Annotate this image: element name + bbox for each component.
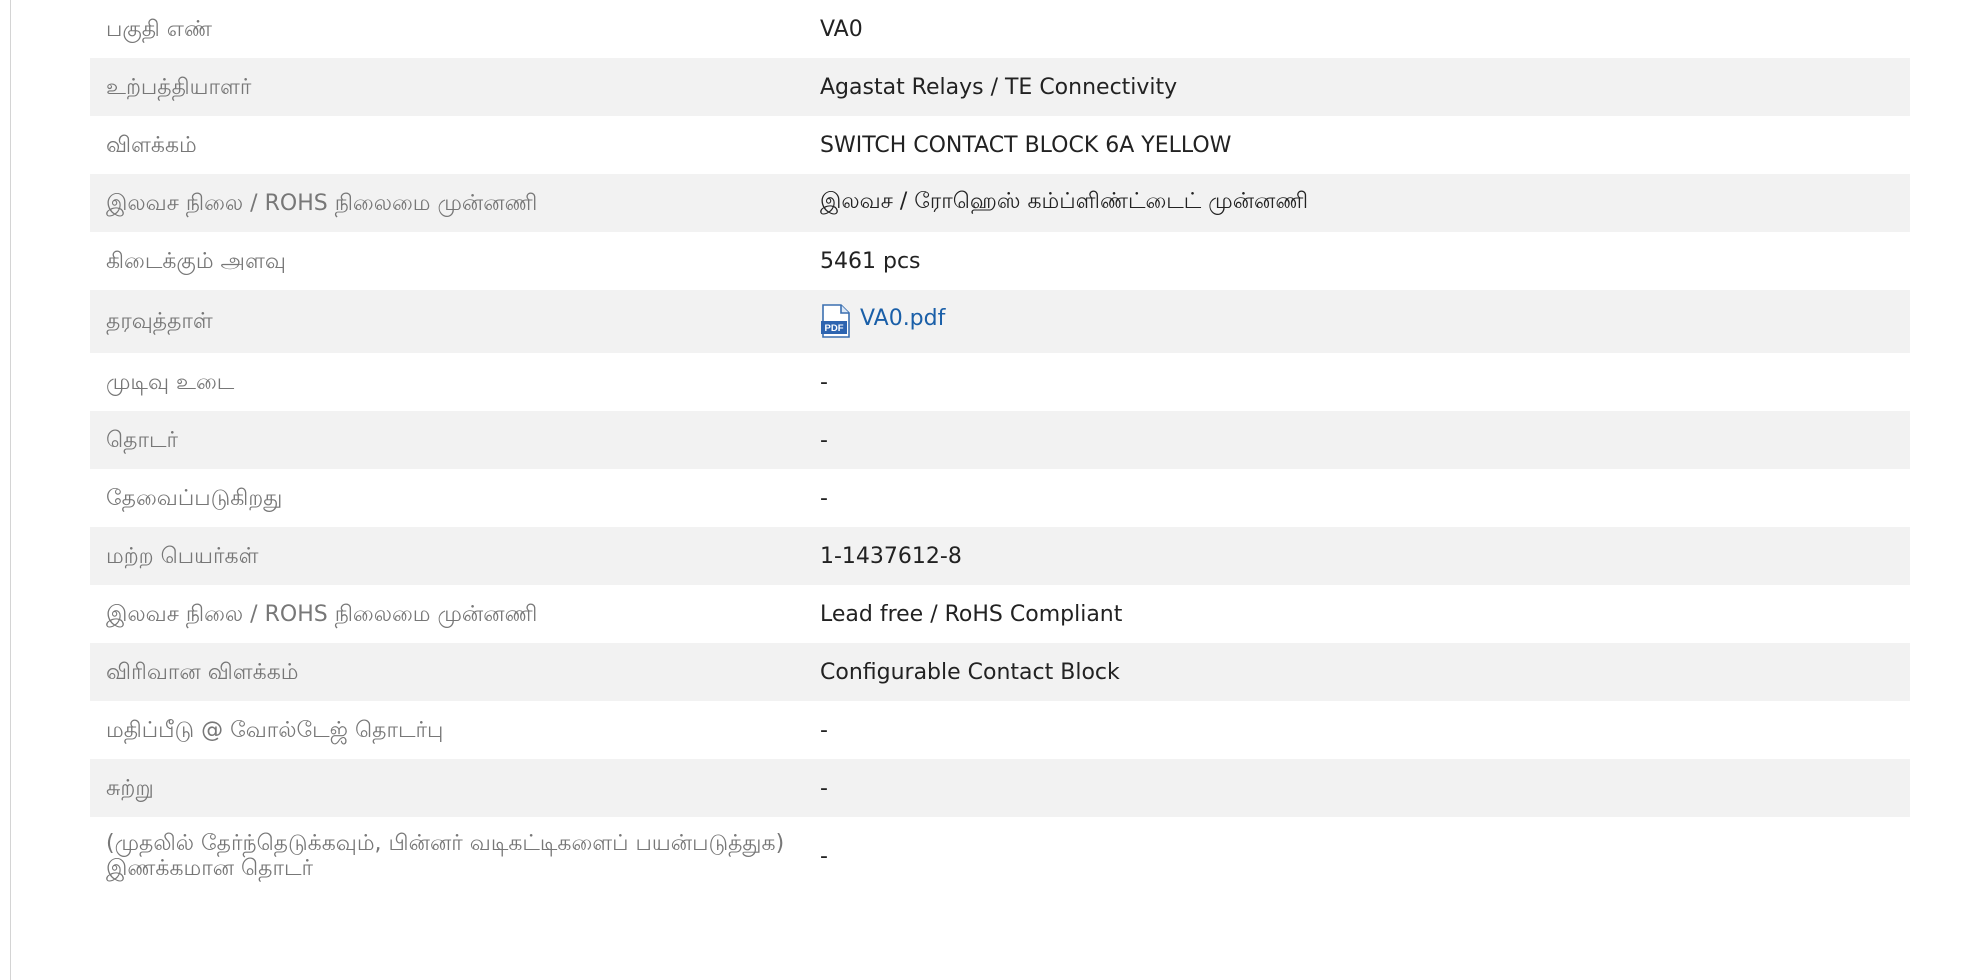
table-row: தரவுத்தாள் PDF VA0.pdf	[90, 290, 1910, 353]
table-row: உற்பத்தியாளர் Agastat Relays / TE Connec…	[90, 58, 1910, 116]
product-spec-table: பகுதி எண் VA0 உற்பத்தியாளர் Agastat Rela…	[90, 0, 1910, 895]
row-value: -	[804, 701, 1910, 759]
row-value: -	[804, 411, 1910, 469]
table-row: முடிவு உடை -	[90, 353, 1910, 411]
row-label: (முதலில் தேர்ந்தெடுக்கவும், பின்னர் வடிக…	[90, 817, 804, 895]
row-label: இலவச நிலை / ROHS நிலைமை முன்னணி	[90, 585, 804, 643]
row-label: கிடைக்கும் அளவு	[90, 232, 804, 290]
row-label: முடிவு உடை	[90, 353, 804, 411]
row-value: Agastat Relays / TE Connectivity	[804, 58, 1910, 116]
row-value: SWITCH CONTACT BLOCK 6A YELLOW	[804, 116, 1910, 174]
row-label: விளக்கம்	[90, 116, 804, 174]
row-label: தேவைப்படுகிறது	[90, 469, 804, 527]
row-label: சுற்று	[90, 759, 804, 817]
table-row: பகுதி எண் VA0	[90, 0, 1910, 58]
row-label: தொடர்	[90, 411, 804, 469]
row-label: மற்ற பெயர்கள்	[90, 527, 804, 585]
table-row: விளக்கம் SWITCH CONTACT BLOCK 6A YELLOW	[90, 116, 1910, 174]
row-label: உற்பத்தியாளர்	[90, 58, 804, 116]
row-label: விரிவான விளக்கம்	[90, 643, 804, 701]
row-value: VA0	[804, 0, 1910, 58]
table-row: தொடர் -	[90, 411, 1910, 469]
row-label: இலவச நிலை / ROHS நிலைமை முன்னணி	[90, 174, 804, 232]
pdf-icon: PDF	[820, 303, 852, 338]
table-row: தேவைப்படுகிறது -	[90, 469, 1910, 527]
row-value: -	[804, 353, 1910, 411]
row-value: -	[804, 469, 1910, 527]
row-label: பகுதி எண்	[90, 0, 804, 58]
row-value: Lead free / RoHS Compliant	[804, 585, 1910, 643]
row-value: Configurable Contact Block	[804, 643, 1910, 701]
table-row: கிடைக்கும் அளவு 5461 pcs	[90, 232, 1910, 290]
row-value: இலவச / ரோஹெஸ் கம்ப்ளிண்ட்டைட் முன்னணி	[804, 174, 1910, 232]
table-row: விரிவான விளக்கம் Configurable Contact Bl…	[90, 643, 1910, 701]
row-value: -	[804, 817, 1910, 895]
table-row: (முதலில் தேர்ந்தெடுக்கவும், பின்னர் வடிக…	[90, 817, 1910, 895]
page-left-border	[10, 0, 11, 980]
row-value: 5461 pcs	[804, 232, 1910, 290]
row-label: தரவுத்தாள்	[90, 290, 804, 353]
row-value: PDF VA0.pdf	[804, 290, 1910, 353]
row-value: -	[804, 759, 1910, 817]
row-value: 1-1437612-8	[804, 527, 1910, 585]
table-row: சுற்று -	[90, 759, 1910, 817]
row-label: மதிப்பீடு @ வோல்டேஜ் தொடர்பு	[90, 701, 804, 759]
table-row: இலவச நிலை / ROHS நிலைமை முன்னணி இலவச / ர…	[90, 174, 1910, 232]
table-row: இலவச நிலை / ROHS நிலைமை முன்னணி Lead fre…	[90, 585, 1910, 643]
datasheet-link[interactable]: PDF VA0.pdf	[820, 302, 946, 338]
table-row: மதிப்பீடு @ வோல்டேஜ் தொடர்பு -	[90, 701, 1910, 759]
datasheet-filename: VA0.pdf	[860, 306, 946, 331]
svg-text:PDF: PDF	[825, 323, 844, 334]
table-row: மற்ற பெயர்கள் 1-1437612-8	[90, 527, 1910, 585]
